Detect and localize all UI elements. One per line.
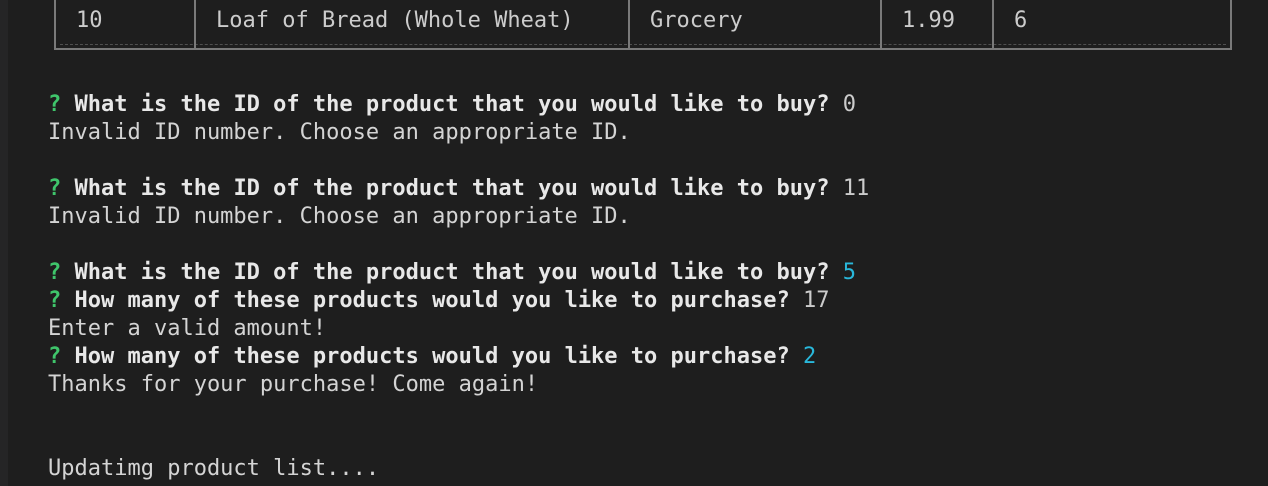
prompt-question-mark: ? — [48, 176, 62, 201]
prompt-question-mark: ? — [48, 260, 62, 285]
table-column-separator — [194, 0, 196, 48]
prompt-answer: 5 — [842, 260, 856, 285]
prompt-line: ? How many of these products would you l… — [48, 287, 830, 315]
table-cell-quantity: 6 — [1014, 8, 1028, 33]
status-message: Updatimg product list.... — [48, 456, 380, 481]
table-column-separator — [992, 0, 994, 48]
error-message: Invalid ID number. Choose an appropriate… — [48, 204, 631, 229]
prompt-question-mark: ? — [48, 344, 62, 369]
prompt-question-mark: ? — [48, 288, 62, 313]
error-message: Enter a valid amount! — [48, 316, 327, 341]
prompt-answer: 11 — [842, 176, 870, 201]
table-cell-product-name: Loaf of Bread (Whole Wheat) — [216, 8, 574, 33]
table-cell-price: 1.99 — [902, 8, 955, 33]
prompt-answer: 17 — [803, 288, 830, 313]
table-row: 10 Loaf of Bread (Whole Wheat) Grocery 1… — [54, 0, 1232, 50]
prompt-line: ? What is the ID of the product that you… — [48, 175, 869, 203]
prompt-answer: 2 — [803, 344, 817, 369]
prompt-question: How many of these products would you lik… — [74, 288, 790, 313]
prompt-line: ? What is the ID of the product that you… — [48, 259, 856, 287]
prompt-answer: 0 — [842, 92, 856, 117]
prompt-question: What is the ID of the product that you w… — [74, 92, 830, 117]
prompt-line: ? How many of these products would you l… — [48, 343, 816, 371]
table-cell-id: 10 — [76, 8, 103, 33]
error-message: Invalid ID number. Choose an appropriate… — [48, 120, 631, 145]
prompt-question: How many of these products would you lik… — [74, 344, 790, 369]
table-column-separator — [628, 0, 630, 48]
success-message: Thanks for your purchase! Come again! — [48, 372, 539, 397]
prompt-question: What is the ID of the product that you w… — [74, 176, 830, 201]
table-column-separator — [880, 0, 882, 48]
table-cell-department: Grocery — [650, 8, 743, 33]
prompt-question-mark: ? — [48, 92, 62, 117]
terminal-output[interactable]: 10 Loaf of Bread (Whole Wheat) Grocery 1… — [0, 0, 1268, 486]
prompt-question: What is the ID of the product that you w… — [74, 260, 830, 285]
prompt-line: ? What is the ID of the product that you… — [48, 91, 856, 119]
